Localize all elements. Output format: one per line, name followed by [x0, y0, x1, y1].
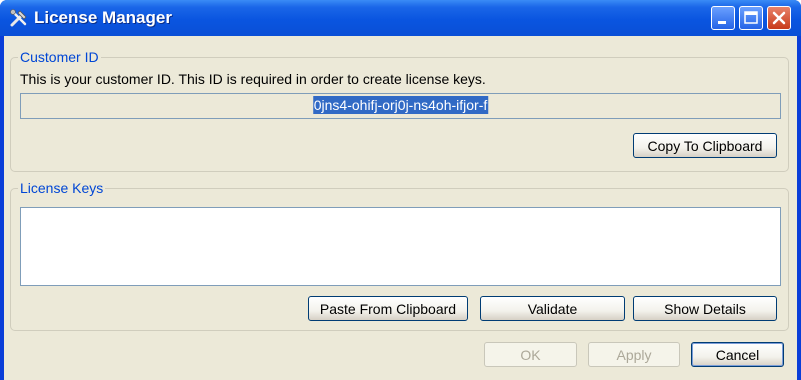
license-keys-textarea[interactable] [20, 207, 781, 286]
minimize-button[interactable] [711, 6, 735, 30]
customer-id-field[interactable]: 0jns4-ohifj-orj0j-ns4oh-ifjor-f [20, 93, 781, 119]
customer-id-group: Customer ID This is your customer ID. Th… [10, 49, 789, 172]
customer-id-description: This is your customer ID. This ID is req… [20, 71, 486, 87]
minimize-icon [718, 21, 726, 24]
client-area: Customer ID This is your customer ID. Th… [4, 36, 797, 380]
customer-id-legend: Customer ID [18, 49, 101, 65]
close-icon [772, 11, 786, 25]
maximize-icon [744, 11, 758, 24]
license-keys-legend: License Keys [18, 180, 106, 196]
ok-button[interactable]: OK [484, 342, 577, 367]
copy-to-clipboard-button[interactable]: Copy To Clipboard [633, 133, 777, 158]
customer-id-value[interactable]: 0jns4-ohifj-orj0j-ns4oh-ifjor-f [312, 96, 489, 114]
validate-button[interactable]: Validate [480, 296, 625, 321]
apply-button[interactable]: Apply [588, 342, 680, 367]
license-manager-window: License Manager Customer ID This is your… [0, 0, 801, 380]
cancel-button[interactable]: Cancel [691, 342, 784, 367]
paste-from-clipboard-button[interactable]: Paste From Clipboard [308, 296, 468, 321]
show-details-button[interactable]: Show Details [633, 296, 777, 321]
close-button[interactable] [767, 6, 791, 30]
license-keys-group: License Keys Paste From Clipboard Valida… [10, 180, 789, 331]
maximize-button[interactable] [739, 6, 763, 30]
window-title: License Manager [34, 8, 172, 27]
title-bar[interactable]: License Manager [0, 0, 801, 36]
tools-icon [10, 9, 27, 27]
